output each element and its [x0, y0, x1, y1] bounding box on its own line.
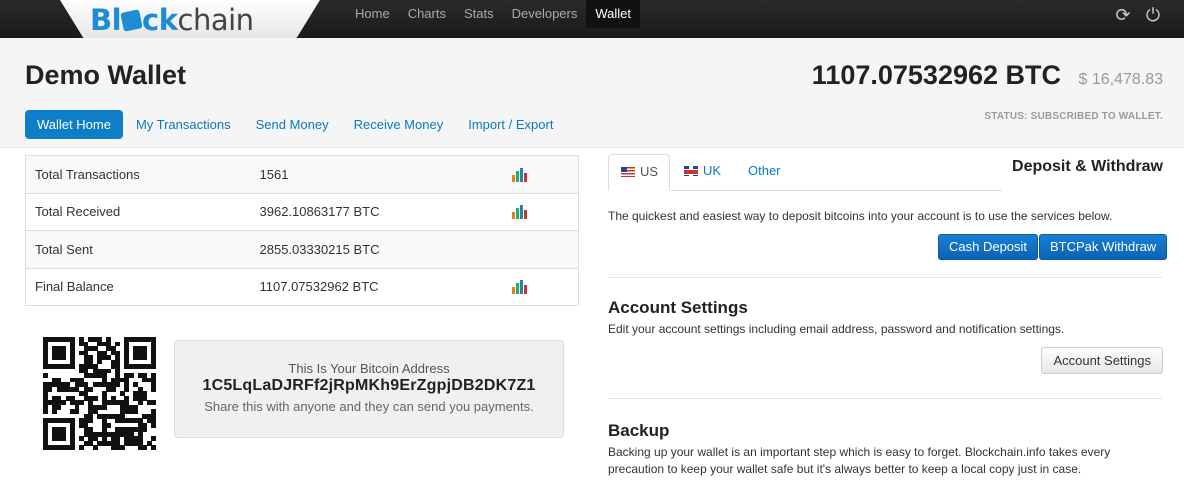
- stat-label: Total Received: [25, 192, 260, 231]
- tab-us-label: US: [640, 164, 659, 179]
- stat-value: 3962.10863177 BTC: [259, 192, 512, 231]
- tab-send-money[interactable]: Send Money: [244, 110, 341, 139]
- topnav-wallet[interactable]: Wallet: [586, 0, 641, 28]
- topnav-charts[interactable]: Charts: [399, 0, 455, 28]
- stat-label: Total Sent: [25, 230, 260, 268]
- backup-description: Backing up your wallet is an important s…: [608, 445, 1111, 476]
- topnav-developers[interactable]: Developers: [503, 0, 587, 28]
- deposit-description: The quickest and easiest way to deposit …: [608, 209, 1113, 223]
- refresh-icon[interactable]: ⟳: [1113, 6, 1133, 26]
- wallet-header: Demo Wallet 1107.07532962 BTC $ 16,478.8…: [0, 38, 1184, 148]
- stat-chart-cell: [511, 155, 579, 193]
- address-label: This Is Your Bitcoin Address: [288, 361, 450, 376]
- table-row: Total Sent 2855.03330215 BTC: [25, 230, 579, 268]
- stat-chart-cell: [511, 267, 579, 306]
- table-row: Total Received 3962.10863177 BTC: [25, 192, 579, 231]
- logo-cube-icon: [120, 8, 143, 32]
- wallet-balance-btc: 1107.07532962 BTC: [811, 60, 1061, 90]
- account-settings-description: Edit your account settings including ema…: [608, 322, 1065, 336]
- btcpak-withdraw-button[interactable]: BTCPak Withdraw: [1039, 234, 1168, 260]
- tab-other[interactable]: Other: [748, 154, 781, 191]
- logo-text-brand: ck: [142, 3, 178, 37]
- logo-text-suffix: chain: [177, 3, 255, 37]
- tab-uk[interactable]: UK: [684, 154, 721, 191]
- address-note: Share this with anyone and they can send…: [204, 399, 534, 414]
- stat-chart-cell: [511, 230, 579, 268]
- wallet-balance-fiat: $ 16,478.83: [1078, 71, 1163, 88]
- topnav-stats[interactable]: Stats: [455, 0, 503, 28]
- bar-chart-icon[interactable]: [511, 167, 528, 182]
- table-row: Total Transactions 1561: [25, 155, 579, 193]
- wallet-status: STATUS: SUBSCRIBED TO WALLET.: [984, 111, 1163, 122]
- stat-value: 2855.03330215 BTC: [259, 230, 512, 268]
- account-settings-title: Account Settings: [608, 298, 748, 317]
- stat-label: Total Transactions: [25, 155, 260, 193]
- bitcoin-address[interactable]: 1C5LqLaDJRFf2jRpMKh9ErZgpjDB2DK7Z1: [175, 377, 563, 395]
- deposit-tabs: US UK Other: [608, 154, 1002, 191]
- wallet-stats-table: Total Transactions 1561 Total Received 3…: [25, 155, 579, 306]
- tab-wallet-home[interactable]: Wallet Home: [25, 110, 123, 139]
- account-settings-button[interactable]: Account Settings: [1041, 347, 1163, 374]
- tab-uk-label: UK: [703, 163, 722, 178]
- cash-deposit-button[interactable]: Cash Deposit: [938, 234, 1039, 260]
- logo-text-prefix: Bl: [90, 3, 122, 37]
- top-nav: Home Charts Stats Developers Wallet: [346, 0, 641, 28]
- bitcoin-address-box: This Is Your Bitcoin Address 1C5LqLaDJRF…: [174, 340, 564, 438]
- uk-flag-icon: [684, 166, 698, 176]
- blockchain-logo[interactable]: Bl ck chain: [90, 3, 254, 37]
- stat-value: 1107.07532962 BTC: [259, 267, 512, 306]
- wallet-subnav: Wallet Home My Transactions Send Money R…: [25, 110, 566, 139]
- stat-label: Final Balance: [25, 267, 260, 306]
- tab-us[interactable]: US: [608, 154, 670, 191]
- divider: [608, 398, 1162, 399]
- tab-my-transactions[interactable]: My Transactions: [124, 110, 243, 139]
- bar-chart-icon[interactable]: [511, 205, 528, 220]
- tab-import-export[interactable]: Import / Export: [456, 110, 565, 139]
- deposit-withdraw-title: Deposit & Withdraw: [1012, 158, 1163, 175]
- qr-code-image: [43, 337, 157, 451]
- top-navbar: Bl ck chain Home Charts Stats Developers W…: [0, 0, 1184, 38]
- table-row: Final Balance 1107.07532962 BTC: [25, 267, 579, 306]
- us-flag-icon: [621, 167, 635, 177]
- stat-value: 1561: [259, 155, 512, 193]
- stat-chart-cell: [511, 192, 579, 231]
- divider: [608, 277, 1162, 278]
- backup-title: Backup: [608, 421, 670, 440]
- tab-receive-money[interactable]: Receive Money: [342, 110, 456, 139]
- bar-chart-icon[interactable]: [511, 280, 528, 295]
- page-title: Demo Wallet: [25, 60, 187, 90]
- power-icon[interactable]: ⏻: [1143, 6, 1163, 26]
- topnav-home[interactable]: Home: [346, 0, 399, 28]
